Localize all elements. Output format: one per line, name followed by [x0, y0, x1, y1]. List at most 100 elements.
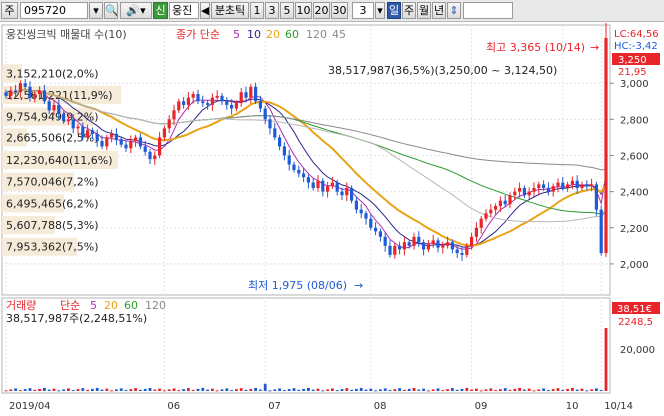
candle-body: [52, 104, 56, 111]
candle-body: [441, 245, 445, 248]
candle-body: [446, 242, 450, 246]
candle-body: [153, 155, 157, 160]
candle-body: [575, 180, 579, 189]
interval-custom-input[interactable]: 3: [352, 2, 374, 19]
candle-body: [239, 92, 243, 104]
interval-3-button[interactable]: 3: [265, 2, 279, 19]
ma120-label: 120: [306, 28, 327, 41]
volume-profile-label: 7,570,046(7,2%): [6, 176, 99, 189]
nav-prev-button[interactable]: ◀: [200, 2, 210, 19]
volume-bar: [235, 389, 238, 391]
candle-body: [302, 173, 306, 178]
volume-bar: [455, 389, 459, 391]
candle-body: [378, 231, 382, 237]
volume-bar: [422, 388, 425, 391]
candle-body: [494, 206, 498, 210]
candle-body: [604, 38, 608, 254]
candle-body: [594, 184, 598, 210]
volume-bar: [86, 389, 89, 391]
candle-body: [138, 137, 142, 147]
volume-bar: [311, 389, 315, 391]
stock-code-input[interactable]: 095720: [20, 2, 88, 19]
last-volume-bin-label: 38,517,987(36,5%)(3,250,00 ~ 3,124,50): [328, 64, 557, 77]
candle-body: [321, 180, 325, 192]
candle-body: [326, 186, 330, 192]
volume-bar: [28, 388, 32, 391]
volume-profile-label: 7,953,362(7,5%): [6, 241, 99, 254]
candle-body: [374, 227, 378, 232]
candle-body: [18, 83, 22, 93]
volume-bar: [393, 389, 397, 391]
candle-body: [268, 119, 272, 129]
candle-body: [196, 94, 200, 102]
tab-weekly[interactable]: 주: [402, 2, 416, 19]
candle-body: [503, 200, 507, 205]
interval-5-button[interactable]: 5: [280, 2, 294, 19]
market-selector[interactable]: 주: [1, 2, 18, 19]
candle-body: [263, 108, 267, 120]
candle-body: [364, 213, 368, 219]
candle-body: [278, 137, 282, 147]
volume-ma-type-label: 단순: [60, 299, 80, 312]
volume-bar: [95, 387, 99, 391]
volume-bar: [470, 389, 473, 391]
candle-body: [465, 245, 469, 255]
hc-label: HC:-3,42: [614, 41, 658, 52]
code-dropdown-icon[interactable]: ▾: [89, 2, 103, 19]
tab-daily[interactable]: 일: [387, 2, 401, 19]
candle-body: [167, 119, 171, 129]
volume-bar: [115, 389, 118, 391]
candle-body: [105, 137, 109, 147]
volume-bar: [129, 389, 133, 391]
candle-body: [417, 236, 421, 243]
volume-current-label: 38,51€: [617, 304, 652, 315]
candle-body: [254, 86, 258, 102]
volume-bar: [571, 387, 574, 391]
interval-10-button[interactable]: 10: [295, 2, 312, 19]
candle-body: [100, 141, 104, 147]
candle-body: [220, 95, 224, 102]
indicator-title: 웅진씽크빅 매물대 수(10): [6, 28, 127, 41]
volume-bar: [158, 388, 161, 391]
tab-monthly[interactable]: 월: [417, 2, 431, 19]
volume-bar: [81, 388, 85, 391]
speaker-icon[interactable]: 🔊▾: [120, 2, 152, 19]
volume-bar: [38, 388, 41, 391]
x-tick-label: 2019/04: [9, 401, 51, 412]
candle-body: [191, 94, 195, 98]
volume-bar: [254, 387, 257, 391]
interval-dropdown-icon[interactable]: ▾: [375, 2, 385, 19]
candle-body: [33, 94, 37, 98]
volume-bar: [350, 389, 353, 391]
volume-bar: [52, 388, 56, 391]
candle-body: [57, 104, 61, 114]
candle-body: [201, 101, 205, 104]
interval-1-button[interactable]: 1: [250, 2, 264, 19]
candle-body: [518, 188, 522, 192]
updown-arrow-icon[interactable]: ⇕: [447, 2, 461, 19]
volume-bar: [331, 388, 334, 391]
price-tick-label: 3,000: [620, 79, 649, 90]
x-tick-label: 10: [566, 401, 579, 412]
interval-type-button[interactable]: 분초틱: [211, 2, 249, 19]
search-icon[interactable]: 🔍: [104, 2, 118, 19]
candle-body: [532, 188, 536, 192]
candle-body: [38, 90, 42, 95]
x-tick-label: 08: [374, 401, 387, 412]
x-tick-label: 07: [268, 401, 281, 412]
date-input[interactable]: [463, 2, 513, 19]
chart-area: 3,152,210(2,0%) 12,561,221(11,9%) 9,754,94…: [0, 17, 664, 413]
candle-body: [402, 242, 406, 250]
interval-30-button[interactable]: 30: [331, 2, 348, 19]
candle-body: [542, 184, 546, 189]
volume-bar: [374, 390, 377, 392]
interval-20-button[interactable]: 20: [313, 2, 330, 19]
tab-yearly[interactable]: 년: [432, 2, 446, 19]
candle-body: [383, 236, 387, 246]
volume-bar: [57, 390, 61, 392]
chart-toolbar: 주 095720 ▾ 🔍 🔊▾ 신 웅진 ◀ 분초틱 1 3 5 10 20 3…: [0, 0, 664, 22]
volume-bar: [143, 388, 147, 391]
candle-body: [450, 242, 454, 250]
candle-body: [215, 95, 219, 98]
stock-chart[interactable]: 3,152,210(2,0%)12,561,221(11,9%)9,754,94…: [0, 17, 664, 413]
